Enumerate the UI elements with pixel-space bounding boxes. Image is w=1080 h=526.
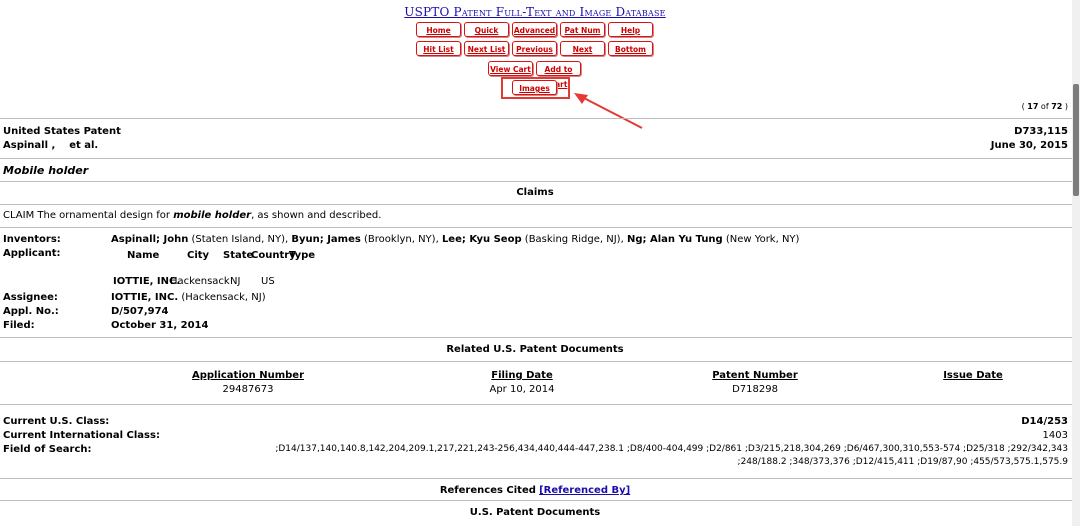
divider (0, 404, 1072, 405)
patent-date: June 30, 2015 (990, 140, 1068, 151)
bottom-button[interactable]: Bottom (608, 41, 653, 56)
us-class-value: D14/253 (1021, 416, 1068, 427)
applicant-header-city: City (187, 250, 210, 261)
claims-heading: Claims (516, 187, 554, 198)
vertical-scrollbar[interactable] (1072, 0, 1080, 526)
help-button[interactable]: Help (608, 22, 653, 37)
related-docs-heading: Related U.S. Patent Documents (446, 344, 624, 355)
divider (0, 478, 1072, 479)
divider (0, 227, 1072, 228)
us-patent-documents-heading: U.S. Patent Documents (469, 507, 601, 518)
annotation-arrow-icon (574, 93, 643, 129)
cell-patent-number: D718298 (732, 384, 778, 395)
appl-no-value: D/507,974 (111, 306, 169, 317)
applicant-header-type: Type (289, 250, 316, 261)
previous-button[interactable]: Previous (512, 41, 557, 56)
scrollbar-thumb[interactable] (1073, 84, 1079, 196)
advanced-button[interactable]: Advanced (512, 22, 557, 37)
divider (0, 118, 1072, 119)
references-heading: References Cited [Referenced By] (439, 485, 631, 496)
field-of-search-line2: ;248/188.2 ;348/373,376 ;D12/415,411 ;D1… (737, 457, 1068, 467)
divider (0, 181, 1072, 182)
filed-label: Filed: (3, 320, 35, 331)
inventors-label: Inventors: (3, 234, 61, 245)
country-label: United States Patent (3, 126, 121, 137)
applicant-country: US (261, 276, 275, 287)
intl-class-value: 1403 (1042, 430, 1068, 441)
inventor-short: Aspinall , et al. (3, 140, 99, 151)
us-class-label: Current U.S. Class: (3, 416, 110, 427)
next-button[interactable]: Next (560, 41, 605, 56)
inventors-list: Aspinall; John (Staten Island, NY), Byun… (111, 234, 800, 245)
page-title[interactable]: USPTO Patent Full-Text and Image Databas… (0, 5, 1070, 19)
cell-filing-date: Apr 10, 2014 (489, 384, 555, 395)
col-filing-date: Filing Date (491, 370, 553, 381)
appl-no-label: Appl. No.: (3, 306, 59, 317)
applicant-label: Applicant: (3, 248, 61, 259)
cell-application-number: 29487673 (222, 384, 274, 395)
home-button[interactable]: Home (416, 22, 461, 37)
field-of-search-line1: ;D14/137,140,140.8,142,204,209.1,217,221… (275, 444, 1068, 454)
view-cart-button[interactable]: View Cart (488, 61, 533, 76)
divider (0, 337, 1072, 338)
divider (0, 158, 1072, 159)
applicant-header-name: Name (127, 250, 160, 261)
col-issue-date: Issue Date (943, 370, 1003, 381)
next-list-button[interactable]: Next List (464, 41, 509, 56)
result-position: ( 17 of 72 ) (1021, 102, 1068, 111)
assignee-label: Assignee: (3, 292, 58, 303)
highlight-box (501, 77, 570, 99)
pat-num-button[interactable]: Pat Num (560, 22, 605, 37)
quick-button[interactable]: Quick (464, 22, 509, 37)
divider (0, 204, 1072, 205)
hit-list-button[interactable]: Hit List (416, 41, 461, 56)
intl-class-label: Current International Class: (3, 430, 160, 441)
col-patent-number: Patent Number (712, 370, 798, 381)
claim-text: CLAIM The ornamental design for mobile h… (3, 210, 382, 221)
applicant-header-state: State (223, 250, 254, 261)
divider (0, 361, 1072, 362)
field-of-search-label: Field of Search: (3, 444, 92, 455)
add-to-cart-button[interactable]: Add to Cart (536, 61, 581, 89)
filed-value: October 31, 2014 (111, 320, 209, 331)
patent-number: D733,115 (1014, 126, 1068, 137)
applicant-city: Hackensack (170, 276, 230, 287)
applicant-state: NJ (230, 276, 241, 287)
referenced-by-link[interactable]: [Referenced By] (539, 485, 630, 496)
patent-title: Mobile holder (3, 164, 89, 177)
divider (0, 500, 1072, 501)
assignee-value: IOTTIE, INC. (Hackensack, NJ) (111, 292, 266, 303)
col-application-number: Application Number (191, 370, 305, 381)
